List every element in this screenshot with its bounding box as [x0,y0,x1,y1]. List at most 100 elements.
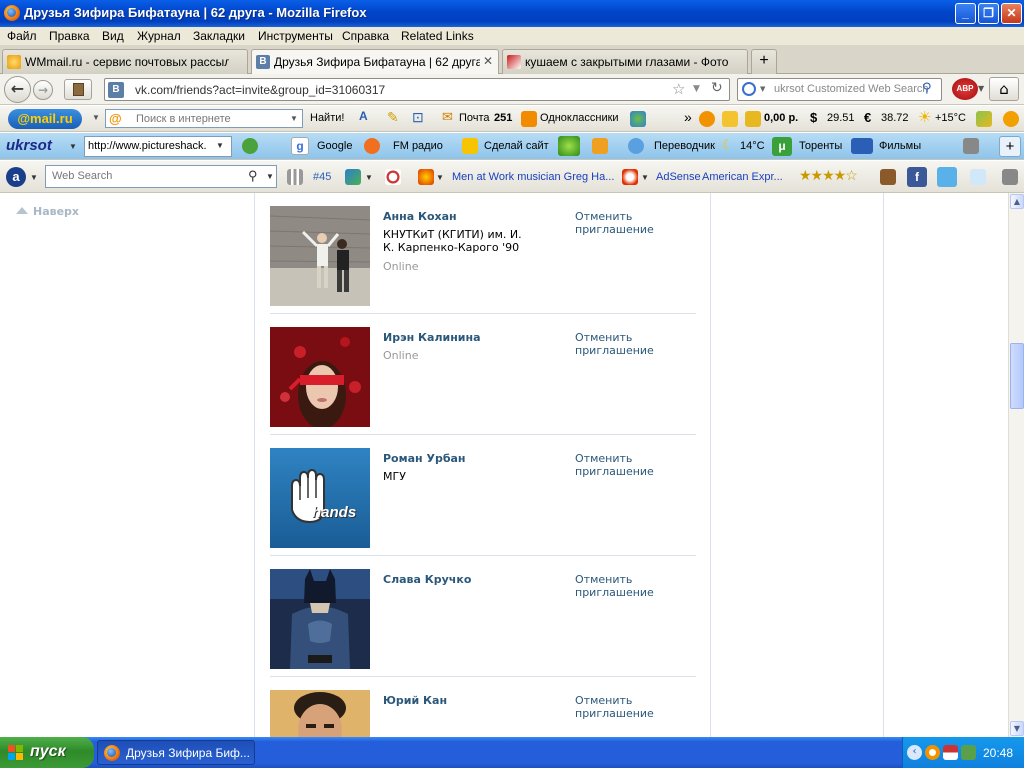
radio-icon[interactable] [364,138,380,154]
link-dropdown-icon[interactable]: ▼ [365,173,373,182]
sparkle-icon[interactable] [970,169,986,185]
eur-rate[interactable]: 38.72 [881,112,909,124]
menu-file[interactable]: Файл [7,29,37,43]
wallet-icon[interactable] [745,111,761,127]
scroll-up-arrow-icon[interactable]: ▲ [1010,194,1024,209]
ukrsot-add-button[interactable]: + [999,136,1021,157]
cancel-invite-link[interactable]: Отменить приглашение [575,210,665,236]
cancel-invite-link[interactable]: Отменить приглашение [575,331,665,357]
ask-logo-icon[interactable]: a [6,167,26,187]
friend-name[interactable]: Роман Урбан [383,452,466,465]
torrent-icon[interactable]: μ [772,137,792,156]
ukrsot-url-dropdown-icon[interactable]: ▼ [216,141,224,150]
tab-friends[interactable]: B Друзья Зифира Бифатауна | 62 друга ✕ [251,49,499,75]
flag-tray-icon[interactable] [943,745,958,760]
mailru-menu-dropdown-icon[interactable]: ▼ [92,113,100,122]
menu-history[interactable]: Журнал [137,29,181,43]
ukrsot-url-input[interactable]: http://www.pictureshack. ▼ [84,136,232,157]
friend-avatar[interactable]: hands [270,448,370,548]
radio-link[interactable]: FM радио [393,140,443,152]
cancel-invite-link[interactable]: Отменить приглашение [575,694,665,720]
ask-search-icon[interactable]: ⚲ [248,168,258,184]
mailru-games-icon[interactable] [630,111,646,127]
link-icon[interactable] [345,169,361,185]
mail-label[interactable]: Почта [459,112,490,124]
friend-name[interactable]: Слава Кручко [383,573,471,586]
mail-icon[interactable]: ✉ [442,109,453,125]
ukrsot-search-icon[interactable] [242,138,258,154]
back-to-top-link[interactable]: Наверх [16,205,79,218]
mailru-agent-icon[interactable] [699,111,715,127]
translator-link[interactable]: Переводчик [654,140,715,152]
adsense-icon[interactable] [622,169,638,185]
odnoklassniki-link[interactable]: Одноклассники [540,112,619,124]
cancel-invite-link[interactable]: Отменить приглашение [575,573,665,599]
friend-avatar[interactable] [270,569,370,669]
friend-avatar[interactable] [270,327,370,427]
notebook-icon[interactable] [880,169,896,185]
tab-close-icon[interactable]: ✕ [483,54,493,68]
films-link[interactable]: Фильмы [879,140,921,152]
fire-dropdown-icon[interactable]: ▼ [436,173,444,182]
rating-stars-icon[interactable]: ★★★★☆ [799,167,858,184]
alexa-rank[interactable]: #45 [313,171,331,183]
facebook-icon[interactable]: f [907,167,927,187]
url-dropdown-icon[interactable]: ▼ [693,84,700,94]
search-engine-dropdown-icon[interactable]: ▼ [760,85,765,93]
mailru-find-button[interactable]: Найти! [310,112,344,124]
mailru-agent-tray-icon[interactable] [925,745,940,760]
menu-related-links[interactable]: Related Links [401,29,474,43]
search-go-icon[interactable]: ⚲ [922,81,932,96]
forward-button[interactable]: → [33,80,53,100]
highlighter-icon[interactable]: ✎ [387,109,399,126]
back-button[interactable]: ← [4,76,31,103]
adblock-icon[interactable]: ABP [952,78,978,100]
tray-collapse-icon[interactable]: ‹ [907,745,922,760]
taskbar-firefox-window[interactable]: Друзья Зифира Биф... [97,740,255,765]
maximize-button[interactable]: ❐ [978,3,999,24]
fire-icon[interactable] [418,169,434,185]
cancel-invite-link[interactable]: Отменить приглашение [575,452,665,478]
friend-name[interactable]: Анна Кохан [383,210,457,223]
news-ticker[interactable]: Men at Work musician Greg Ha... [452,171,614,183]
ukrsot-url-value[interactable]: http://www.pictureshack. [88,140,207,152]
new-tab-button[interactable]: + [751,49,777,74]
translator-icon[interactable] [628,138,644,154]
ask-search-input[interactable]: Web Search ⚲ ▼ [45,165,277,188]
friend-avatar[interactable] [270,206,370,306]
start-button[interactable]: пуск [0,737,94,768]
scroll-down-arrow-icon[interactable]: ▼ [1010,721,1024,736]
make-site-icon[interactable] [462,138,478,154]
tab-wmmail[interactable]: WMmail.ru - сервис почтовых рассылок... [2,49,248,74]
menu-edit[interactable]: Правка [49,29,90,43]
bookmark-star-icon[interactable]: ☆ [672,80,685,98]
ukrsot-menu-dropdown-icon[interactable]: ▼ [69,142,77,151]
twitter-icon[interactable] [937,167,957,187]
adsense-link[interactable]: AdSense [656,171,701,183]
mailru-search-input[interactable]: @ Поиск в интернете ▼ [105,109,303,128]
usd-rate[interactable]: 29.51 [827,112,855,124]
font-size-icon[interactable]: A [359,109,368,123]
make-site-link[interactable]: Сделай сайт [484,140,549,152]
menu-view[interactable]: Вид [102,29,124,43]
ukrsot-logo[interactable]: ukrsot [6,137,52,154]
map-icon[interactable] [976,111,992,127]
film-camera-icon[interactable] [851,138,873,154]
mail-envelope-icon[interactable] [592,138,608,154]
music-icon[interactable] [722,111,738,127]
home-button[interactable]: ⌂ [989,77,1019,101]
profile-card-icon[interactable] [1002,169,1018,185]
timer-icon[interactable] [385,169,401,185]
search-bar[interactable]: ▼ ukrsot Customized Web Search ⚲ [737,78,942,101]
money-balance[interactable]: 0,00 р. [764,112,798,124]
icq-icon[interactable] [558,136,580,156]
google-icon[interactable]: g [291,137,309,155]
menu-tools[interactable]: Инструменты [258,29,333,43]
tab-photo[interactable]: кушаем с закрытыми глазами - Фотоко... [502,49,748,74]
adsense-dropdown-icon[interactable]: ▼ [641,173,649,182]
friend-name[interactable]: Юрий Кан [383,694,447,707]
url-bar[interactable]: B vk.com/friends?act=invite&group_id=310… [104,78,730,101]
wrench-icon[interactable] [963,138,979,154]
friend-name[interactable]: Ирэн Калинина [383,331,481,344]
toolbar-overflow-icon[interactable]: » [684,109,692,125]
